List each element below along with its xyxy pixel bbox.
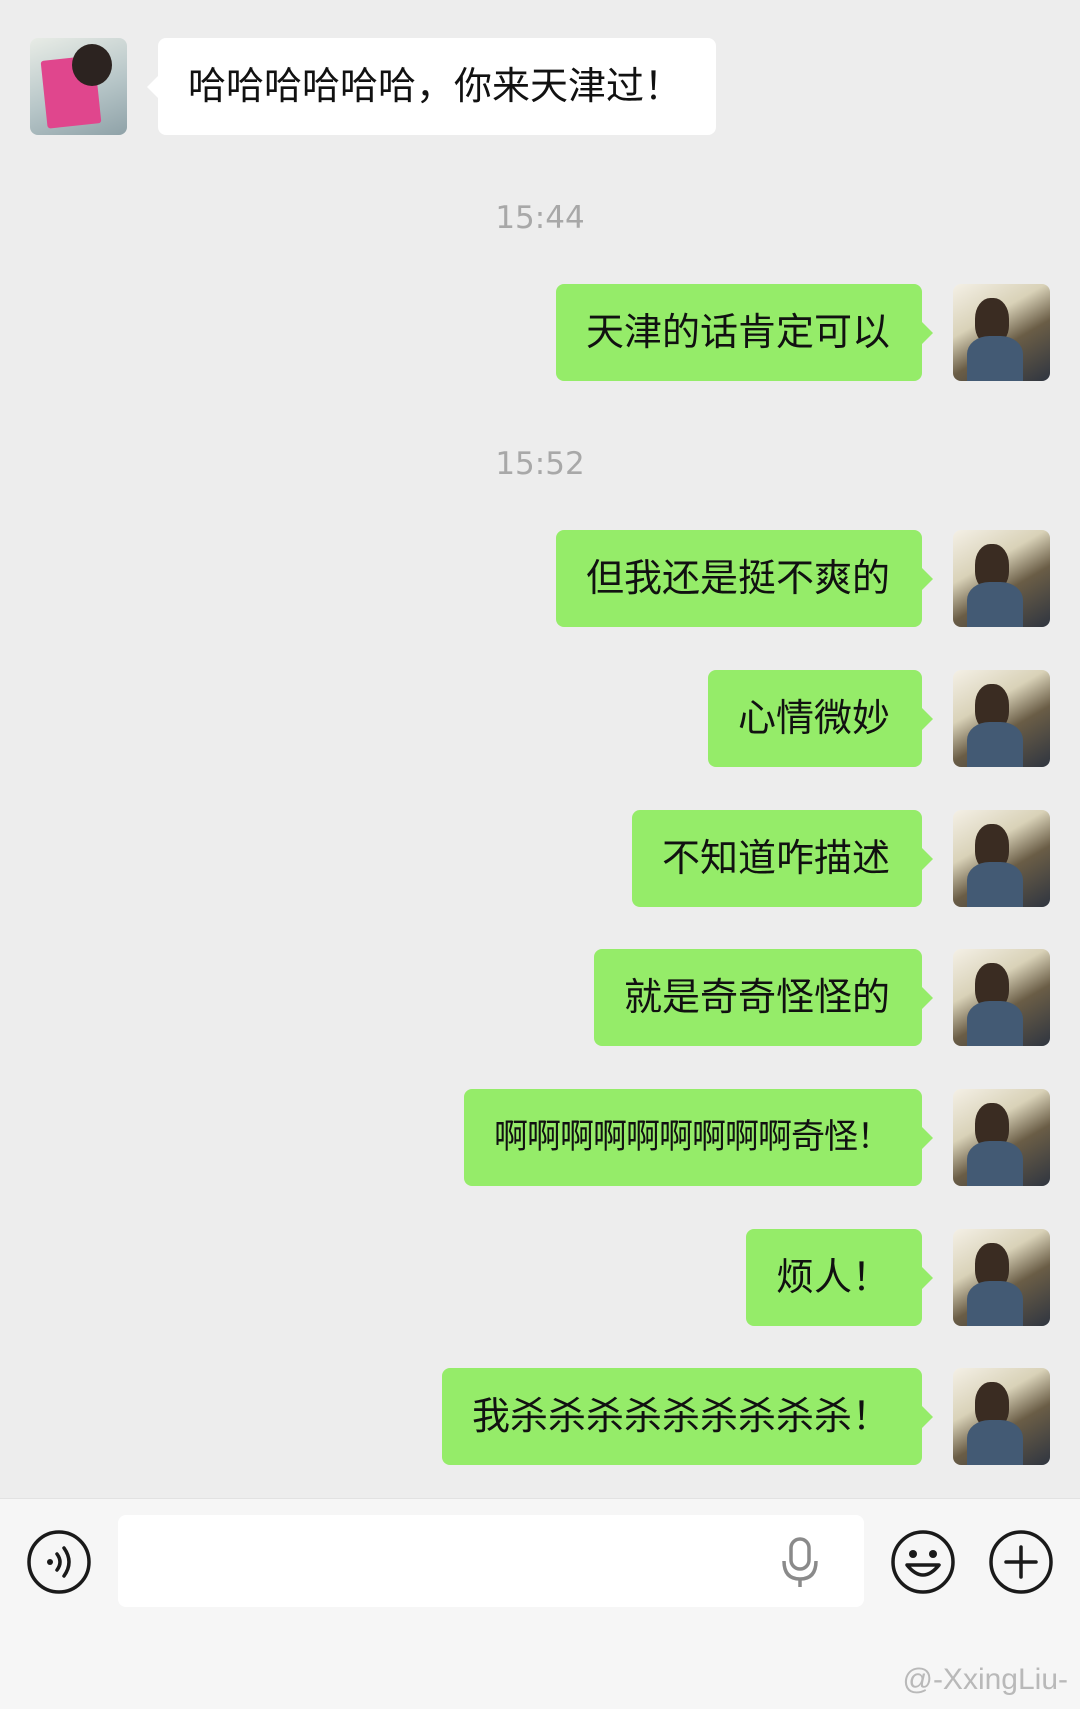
outgoing-message-bubble[interactable]: 天津的话肯定可以 xyxy=(555,284,934,381)
message-row-outgoing: 啊啊啊啊啊啊啊啊啊奇怪！ xyxy=(0,1089,1080,1186)
timestamp: 15:52 xyxy=(495,446,585,482)
outgoing-message-bubble[interactable]: 心情微妙 xyxy=(707,670,934,767)
contact-avatar[interactable] xyxy=(30,38,127,135)
outgoing-message-bubble[interactable]: 但我还是挺不爽的 xyxy=(555,530,934,627)
plus-icon[interactable] xyxy=(988,1529,1054,1595)
outgoing-message-bubble[interactable]: 不知道咋描述 xyxy=(631,810,934,907)
message-row-outgoing: 烦人！ xyxy=(0,1229,1080,1326)
my-avatar[interactable] xyxy=(953,1368,1050,1465)
message-row-incoming: 哈哈哈哈哈哈，你来天津过！ xyxy=(0,38,1080,135)
message-row-outgoing: 天津的话肯定可以 xyxy=(0,284,1080,381)
outgoing-message-bubble[interactable]: 就是奇奇怪怪的 xyxy=(593,949,934,1046)
message-row-outgoing: 不知道咋描述 xyxy=(0,810,1080,907)
my-avatar[interactable] xyxy=(953,810,1050,907)
emoji-icon[interactable] xyxy=(890,1529,956,1595)
incoming-message-bubble[interactable]: 哈哈哈哈哈哈，你来天津过！ xyxy=(146,38,717,135)
my-avatar[interactable] xyxy=(953,530,1050,627)
timestamp: 15:44 xyxy=(495,200,585,236)
my-avatar[interactable] xyxy=(953,1229,1050,1326)
message-row-outgoing: 就是奇奇怪怪的 xyxy=(0,949,1080,1046)
message-row-outgoing: 心情微妙 xyxy=(0,670,1080,767)
outgoing-message-bubble[interactable]: 我杀杀杀杀杀杀杀杀杀！ xyxy=(441,1368,934,1465)
message-input[interactable] xyxy=(118,1515,864,1607)
voice-mode-icon[interactable] xyxy=(26,1529,92,1595)
outgoing-message-bubble[interactable]: 啊啊啊啊啊啊啊啊啊奇怪！ xyxy=(464,1089,933,1186)
my-avatar[interactable] xyxy=(953,670,1050,767)
input-bar: @-XxingLiu- xyxy=(0,1498,1080,1709)
microphone-icon[interactable] xyxy=(775,1529,825,1595)
chat-area[interactable]: 哈哈哈哈哈哈，你来天津过！ 15:44 天津的话肯定可以 15:52 但我还是挺… xyxy=(0,0,1080,1498)
my-avatar[interactable] xyxy=(953,284,1050,381)
watermark: @-XxingLiu- xyxy=(902,1663,1068,1696)
outgoing-message-bubble[interactable]: 烦人！ xyxy=(745,1229,934,1326)
my-avatar[interactable] xyxy=(953,949,1050,1046)
message-row-outgoing: 我杀杀杀杀杀杀杀杀杀！ xyxy=(0,1368,1080,1465)
my-avatar[interactable] xyxy=(953,1089,1050,1186)
message-row-outgoing: 但我还是挺不爽的 xyxy=(0,530,1080,627)
